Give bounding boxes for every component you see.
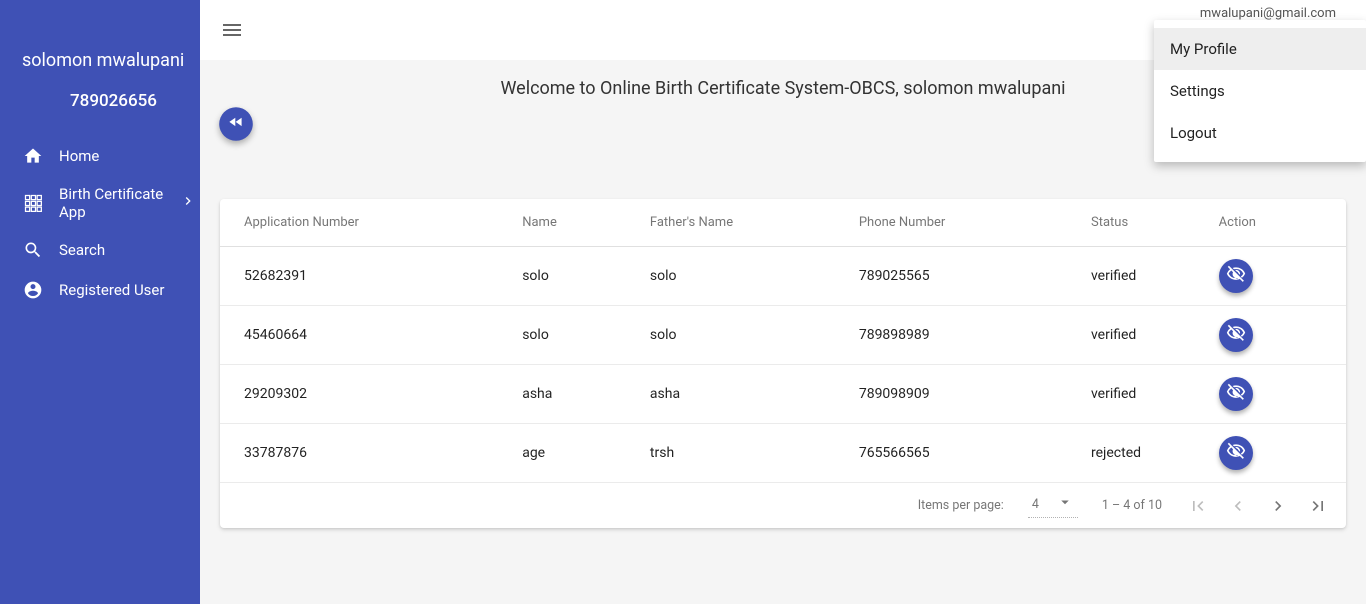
user-dropdown-menu: My Profile Settings Logout bbox=[1154, 20, 1366, 162]
rewind-icon bbox=[228, 114, 245, 135]
sidebar-user-phone: 789026656 bbox=[22, 71, 188, 136]
eye-off-icon bbox=[1226, 323, 1246, 347]
cell-status: verified bbox=[1079, 365, 1207, 424]
col-header-app-no: Application Number bbox=[220, 199, 510, 247]
applications-table: Application Number Name Father's Name Ph… bbox=[220, 199, 1346, 483]
sidebar-item-label: Search bbox=[59, 241, 105, 259]
last-page-button[interactable] bbox=[1306, 494, 1330, 518]
search-icon bbox=[22, 239, 44, 261]
sidebar-item-birth-cert-app[interactable]: Birth Certificate App bbox=[0, 176, 200, 230]
sidebar-user-name: solomon mwalupani bbox=[22, 50, 188, 71]
grid-icon bbox=[22, 192, 44, 214]
sidebar-user-block: solomon mwalupani 789026656 bbox=[0, 0, 200, 136]
menu-item-settings[interactable]: Settings bbox=[1154, 70, 1366, 112]
view-action-button[interactable] bbox=[1219, 318, 1253, 352]
items-per-page-value: 4 bbox=[1032, 497, 1039, 512]
back-button[interactable] bbox=[219, 107, 253, 141]
view-action-button[interactable] bbox=[1219, 259, 1253, 293]
sidebar-item-home[interactable]: Home bbox=[0, 136, 200, 176]
cell-app-no: 45460664 bbox=[220, 306, 510, 365]
sidebar-item-label: Registered User bbox=[59, 281, 164, 299]
menu-item-my-profile[interactable]: My Profile bbox=[1154, 28, 1366, 70]
cell-name: age bbox=[510, 424, 638, 483]
cell-status: verified bbox=[1079, 247, 1207, 306]
chevron-right-icon bbox=[180, 193, 196, 213]
cell-father: solo bbox=[638, 306, 847, 365]
applications-table-card: Application Number Name Father's Name Ph… bbox=[220, 199, 1346, 528]
cell-status: verified bbox=[1079, 306, 1207, 365]
cell-action bbox=[1207, 247, 1346, 306]
sidebar: solomon mwalupani 789026656 Home Birth C… bbox=[0, 0, 200, 604]
cell-action bbox=[1207, 306, 1346, 365]
footer-text: Online Birth Certificate System-OBCS @ 2… bbox=[200, 528, 1366, 604]
sidebar-item-search[interactable]: Search bbox=[0, 230, 200, 270]
prev-page-button[interactable] bbox=[1226, 494, 1250, 518]
col-header-status: Status bbox=[1079, 199, 1207, 247]
next-page-button[interactable] bbox=[1266, 494, 1290, 518]
view-action-button[interactable] bbox=[1219, 377, 1253, 411]
cell-status: rejected bbox=[1079, 424, 1207, 483]
table-row: 33787876 age trsh 765566565 rejected bbox=[220, 424, 1346, 483]
items-per-page-select[interactable]: 4 bbox=[1028, 493, 1078, 518]
paginator-range: 1 – 4 of 10 bbox=[1102, 498, 1162, 513]
menu-toggle-button[interactable] bbox=[220, 18, 244, 42]
cell-phone: 789025565 bbox=[847, 247, 1079, 306]
home-icon bbox=[22, 145, 44, 167]
view-action-button[interactable] bbox=[1219, 436, 1253, 470]
table-row: 52682391 solo solo 789025565 verified bbox=[220, 247, 1346, 306]
table-row: 45460664 solo solo 789898989 verified bbox=[220, 306, 1346, 365]
dropdown-arrow-icon bbox=[1056, 493, 1074, 515]
cell-father: solo bbox=[638, 247, 847, 306]
cell-phone: 765566565 bbox=[847, 424, 1079, 483]
eye-off-icon bbox=[1226, 264, 1246, 288]
cell-app-no: 33787876 bbox=[220, 424, 510, 483]
cell-action bbox=[1207, 365, 1346, 424]
table-header-row: Application Number Name Father's Name Ph… bbox=[220, 199, 1346, 247]
cell-name: solo bbox=[510, 247, 638, 306]
hamburger-icon bbox=[220, 18, 244, 42]
cell-app-no: 29209302 bbox=[220, 365, 510, 424]
user-circle-icon bbox=[22, 279, 44, 301]
col-header-father: Father's Name bbox=[638, 199, 847, 247]
cell-father: trsh bbox=[638, 424, 847, 483]
cell-name: solo bbox=[510, 306, 638, 365]
table-row: 29209302 asha asha 789098909 verified bbox=[220, 365, 1346, 424]
cell-phone: 789898989 bbox=[847, 306, 1079, 365]
cell-father: asha bbox=[638, 365, 847, 424]
col-header-action: Action bbox=[1207, 199, 1346, 247]
cell-name: asha bbox=[510, 365, 638, 424]
eye-off-icon bbox=[1226, 441, 1246, 465]
sidebar-item-label: Birth Certificate App bbox=[59, 185, 188, 221]
col-header-phone: Phone Number bbox=[847, 199, 1079, 247]
sidebar-item-registered-user[interactable]: Registered User bbox=[0, 270, 200, 310]
paginator-controls bbox=[1186, 494, 1330, 518]
cell-phone: 789098909 bbox=[847, 365, 1079, 424]
cell-action bbox=[1207, 424, 1346, 483]
menu-item-logout[interactable]: Logout bbox=[1154, 112, 1366, 154]
sidebar-item-label: Home bbox=[59, 147, 99, 165]
cell-app-no: 52682391 bbox=[220, 247, 510, 306]
eye-off-icon bbox=[1226, 382, 1246, 406]
items-per-page-label: Items per page: bbox=[918, 498, 1004, 513]
paginator: Items per page: 4 1 – 4 of 10 bbox=[220, 483, 1346, 528]
col-header-name: Name bbox=[510, 199, 638, 247]
topbar-user-email[interactable]: mwalupani@gmail.com bbox=[1200, 0, 1356, 21]
first-page-button[interactable] bbox=[1186, 494, 1210, 518]
